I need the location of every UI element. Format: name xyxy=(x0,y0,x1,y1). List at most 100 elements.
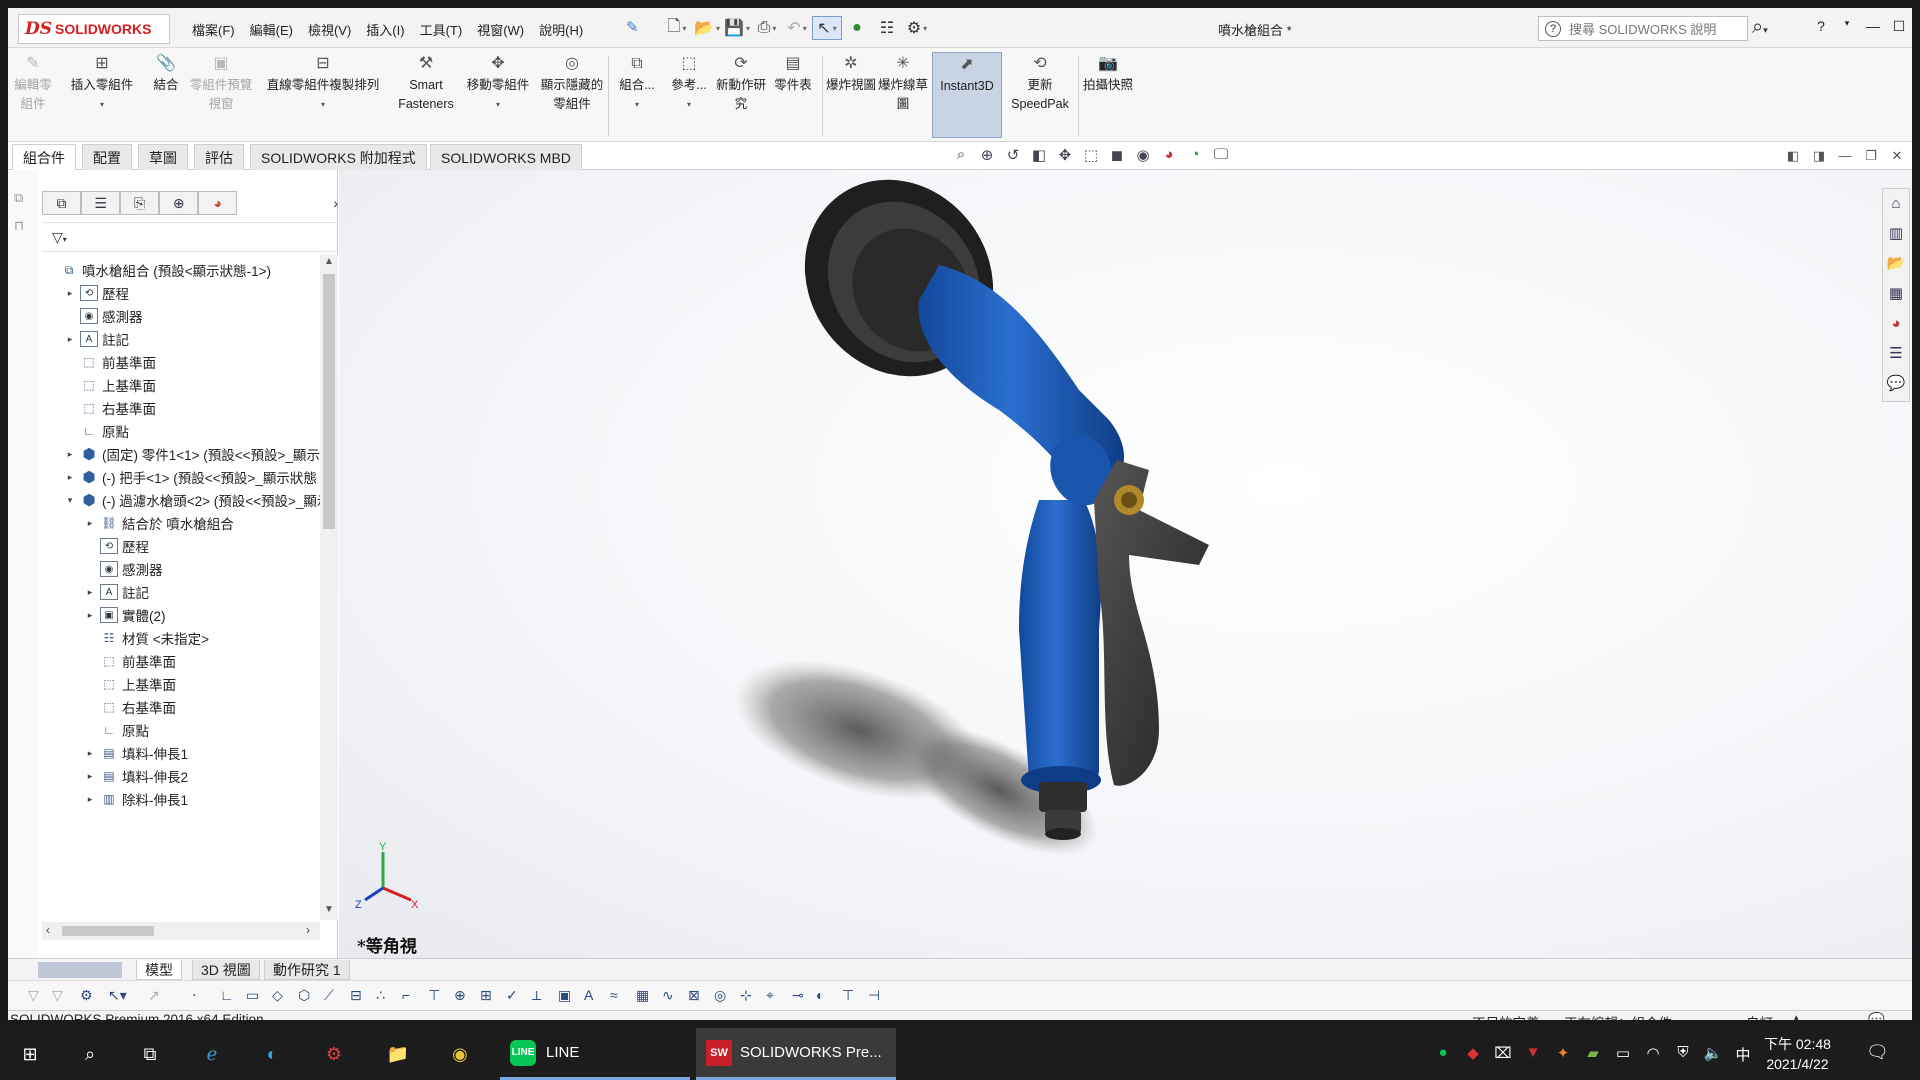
rebuild-icon[interactable]: ● xyxy=(842,16,872,40)
filter-weld-beads-icon[interactable]: ∿ xyxy=(662,987,674,1004)
move-component-button[interactable]: ✥ 移動零組件 ▾ xyxy=(460,52,536,138)
file-explorer-icon[interactable]: 📂 xyxy=(1883,249,1909,279)
menu-file[interactable]: 檔案(F) xyxy=(192,20,235,39)
reference-geometry-button[interactable]: ⬚ 參考... ▾ xyxy=(664,52,714,138)
panel-left-icon[interactable]: ◧ xyxy=(1780,148,1806,164)
expand-toggle-icon[interactable]: ▸ xyxy=(64,449,76,460)
tab-3d-views[interactable]: 3D 視圖 xyxy=(192,960,260,980)
filter-routing-icon[interactable]: ⊸ xyxy=(792,987,804,1004)
internet-explorer-icon[interactable]: ℯ xyxy=(196,1038,228,1070)
filter-gtol-icon[interactable]: ⊠ xyxy=(688,987,700,1004)
line-tray-icon[interactable]: ● xyxy=(1428,1044,1458,1065)
undo-icon[interactable]: ↶ ▾ xyxy=(782,16,812,40)
filter-notes-icon[interactable]: A xyxy=(584,987,593,1003)
expand-toggle-icon[interactable]: ▸ xyxy=(84,748,96,759)
filter-sketch-segments-icon[interactable]: ⌐ xyxy=(402,987,410,1003)
update-speedpak-button[interactable]: ⟲ 更新 SpeedPak xyxy=(1006,52,1074,138)
options-gear-icon[interactable]: ⚙ ▾ xyxy=(902,16,932,40)
expand-toggle-icon[interactable]: ▸ xyxy=(84,518,96,529)
task-view-icon[interactable]: ⧉ xyxy=(134,1038,166,1070)
filter-balloons-icon[interactable]: ◎ xyxy=(714,987,726,1004)
custom-properties-icon[interactable]: ☰ xyxy=(1883,339,1909,369)
quick-tips-icon[interactable]: 💬 xyxy=(1868,1012,1885,1020)
search-icon[interactable]: ⌕ xyxy=(74,1038,106,1070)
battery-icon[interactable]: ▭ xyxy=(1608,1044,1638,1065)
search-help-input[interactable]: ? 搜尋 SOLIDWORKS 說明 xyxy=(1538,16,1748,41)
tree-vertical-scrollbar[interactable]: ▲ ▼ xyxy=(320,254,338,920)
expand-toggle-icon[interactable]: ▸ xyxy=(84,610,96,621)
model-3d-view[interactable] xyxy=(339,170,1912,958)
search-icon[interactable]: ⌕▾ xyxy=(1752,16,1768,39)
pin-menu-icon[interactable]: ✎ xyxy=(626,18,639,36)
filter-dimensions-icon[interactable]: ⊞ xyxy=(480,987,492,1004)
tree-row[interactable]: ▸ ▥ 除料-伸長1 xyxy=(42,785,320,813)
linear-pattern-button[interactable]: ⊟ 直線零組件複製排列 ▾ xyxy=(256,52,390,138)
print-icon[interactable]: ⎙ ▾ xyxy=(752,16,782,40)
input-method-indicator[interactable]: 中 xyxy=(1728,1044,1758,1065)
scroll-right-icon[interactable]: › xyxy=(306,923,310,937)
tab-navigation-arrows[interactable] xyxy=(38,962,122,978)
menu-view[interactable]: 檢視(V) xyxy=(308,20,351,39)
chevron-down-icon[interactable]: ▾ xyxy=(496,95,500,114)
device-tray-icon[interactable]: ⌧ xyxy=(1488,1044,1518,1065)
filter-sketch-points-icon[interactable]: ∴ xyxy=(376,987,385,1004)
show-hidden-components-button[interactable]: ◎ 顯示隱藏的零組件 xyxy=(540,52,604,138)
filter-clear-icon[interactable]: ⊣ xyxy=(868,987,880,1004)
previous-view-icon[interactable]: ↺ xyxy=(1000,146,1026,164)
taskbar-app-solidworks[interactable]: SW SOLIDWORKS Pre... xyxy=(696,1028,896,1080)
appearances-icon[interactable]: ◕ xyxy=(1883,309,1909,339)
insert-component-button[interactable]: ⊞ 插入零組件 ▾ xyxy=(62,52,142,138)
explode-line-sketch-button[interactable]: ✳ 爆炸線草圖 xyxy=(878,52,928,138)
view-palette-icon[interactable]: ▦ xyxy=(1883,279,1909,309)
tab-addins[interactable]: SOLIDWORKS 附加程式 xyxy=(250,144,427,170)
expand-toggle-icon[interactable]: ▾ xyxy=(64,495,76,506)
save-icon[interactable]: 💾 ▾ xyxy=(722,16,752,40)
property-manager-icon[interactable]: ☰ xyxy=(81,191,121,215)
filter-settings-icon[interactable]: ⚙ xyxy=(80,987,93,1004)
menu-edit[interactable]: 編輯(E) xyxy=(250,20,293,39)
help-menu-button[interactable]: ? xyxy=(1808,18,1834,35)
select-arrow-icon[interactable]: ↖▾ xyxy=(108,987,127,1004)
edit-appearance-icon[interactable]: ◕ xyxy=(1156,146,1182,164)
filter-center-marks-icon[interactable]: ⊕ xyxy=(454,987,466,1004)
apply-scene-icon[interactable]: ◔ xyxy=(1182,146,1208,164)
tab-evaluate[interactable]: 評估 xyxy=(194,144,244,170)
filter-icon[interactable]: ▽ xyxy=(28,987,39,1004)
system-clock[interactable]: 下午 02:48 2021/4/22 xyxy=(1764,1034,1831,1074)
smart-fasteners-button[interactable]: ⚒ Smart Fasteners xyxy=(396,52,456,138)
metamask-tray-icon[interactable]: ✦ xyxy=(1548,1044,1578,1065)
filter-surfaces-icon[interactable]: ◇ xyxy=(272,987,283,1004)
menu-insert[interactable]: 插入(I) xyxy=(366,20,404,39)
view-settings-icon[interactable]: 🖵 xyxy=(1208,146,1234,164)
scroll-down-icon[interactable]: ▼ xyxy=(324,904,334,915)
select-other-icon[interactable]: ↗ xyxy=(148,987,160,1004)
filter-tables-icon[interactable]: ⊤ xyxy=(842,987,854,1004)
dimxpert-manager-icon[interactable]: ⊕ xyxy=(159,191,199,215)
filter-hole-callouts-icon[interactable]: ⌖ xyxy=(766,987,774,1004)
nvidia-tray-icon[interactable]: ▼ xyxy=(1518,1044,1548,1065)
filter-faces-icon[interactable]: ▭ xyxy=(246,987,259,1004)
filter-axes-icon[interactable]: ⟋ xyxy=(324,987,334,1004)
viewport-restore-icon[interactable]: ❐ xyxy=(1858,148,1884,164)
chevron-down-icon[interactable]: ▾ xyxy=(687,95,691,114)
tab-motion-study[interactable]: 動作研究 1 xyxy=(264,960,350,980)
settings-app-icon[interactable]: ⚙ xyxy=(318,1038,350,1070)
select-arrow-icon[interactable]: ↖▾ xyxy=(812,16,842,40)
chevron-up-icon[interactable]: ▴ xyxy=(1794,1012,1799,1020)
file-explorer-icon[interactable]: 📁 xyxy=(382,1038,414,1070)
strip-icon[interactable]: ⊓ xyxy=(14,218,24,234)
filter-connection-points-icon[interactable]: ◐ xyxy=(816,987,824,1003)
scroll-thumb[interactable] xyxy=(62,926,154,936)
instant3d-button[interactable]: ⬈ Instant3D xyxy=(932,52,1002,138)
mate-button[interactable]: 📎 結合 xyxy=(148,52,184,138)
chevron-down-icon[interactable]: ▾ xyxy=(321,95,325,114)
view-orientation-icon[interactable]: ⬚ xyxy=(1078,146,1104,164)
maximize-icon[interactable]: ☐ xyxy=(1886,18,1912,35)
hide-show-items-icon[interactable]: ◉ xyxy=(1130,146,1156,164)
menu-help[interactable]: 說明(H) xyxy=(539,20,583,39)
section-view-icon[interactable]: ◧ xyxy=(1026,146,1052,164)
filter-planes-icon[interactable]: ⊟ xyxy=(350,987,362,1004)
forum-icon[interactable]: 💬 xyxy=(1883,369,1909,399)
display-style-icon[interactable]: ◼ xyxy=(1104,146,1130,164)
antivirus-tray-icon[interactable]: ◆ xyxy=(1458,1044,1488,1065)
